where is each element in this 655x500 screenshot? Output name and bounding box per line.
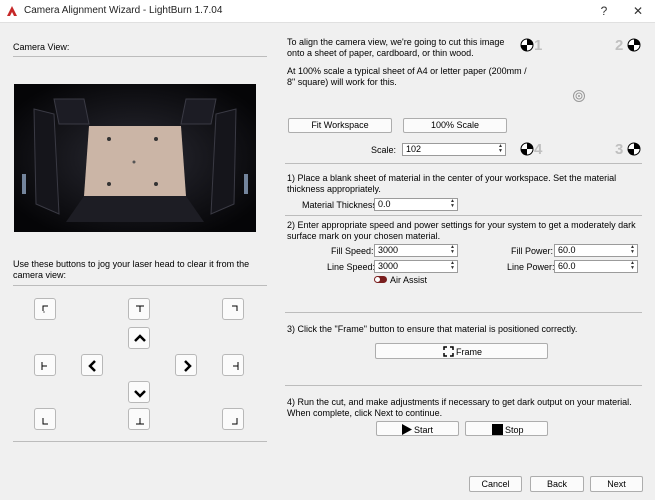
- frame-label: Frame: [456, 347, 483, 357]
- help-button[interactable]: ?: [596, 3, 612, 19]
- target-icon: [627, 38, 641, 52]
- camera-preview: [14, 84, 256, 232]
- corner-top-right-icon: [232, 305, 238, 311]
- edge-right-icon: [233, 362, 239, 370]
- marker-label: 1: [534, 37, 543, 54]
- fill-speed-spinbox[interactable]: 3000 ▲ ▼: [374, 244, 458, 257]
- divider: [13, 56, 267, 57]
- center-crosshair-icon: [573, 90, 585, 102]
- camera-view-label: Camera View:: [13, 42, 70, 52]
- fill-power-value: 60.0: [558, 245, 576, 255]
- divider: [13, 441, 267, 442]
- line-power-value: 60.0: [558, 261, 576, 271]
- line-power-label: Line Power:: [507, 262, 555, 272]
- target-icon: [627, 142, 641, 156]
- stop-icon: [492, 424, 503, 435]
- divider: [13, 285, 267, 286]
- chevron-left-icon: [88, 360, 96, 372]
- edge-top-icon: [136, 305, 144, 312]
- stop-label: Stop: [505, 425, 524, 435]
- close-button[interactable]: ✕: [630, 3, 646, 19]
- corner-bottom-left-icon: [42, 418, 48, 425]
- target-icon: [520, 142, 534, 156]
- intro-text: To align the camera view, we're going to…: [287, 37, 505, 58]
- chevron-right-icon: [184, 360, 192, 372]
- jog-top-left-button[interactable]: [34, 298, 56, 320]
- jog-bottom-center-button[interactable]: [128, 408, 150, 430]
- jog-up-button[interactable]: [128, 327, 150, 349]
- jog-middle-right-button[interactable]: [222, 354, 244, 376]
- stop-button[interactable]: Stop: [465, 421, 548, 436]
- frame-icon: [443, 346, 454, 357]
- frame-button[interactable]: Frame: [375, 343, 548, 359]
- fill-power-label: Fill Power:: [511, 246, 554, 256]
- marker-label: 4: [534, 141, 543, 158]
- start-label: Start: [414, 425, 434, 435]
- jog-top-right-button[interactable]: [222, 298, 244, 320]
- start-button[interactable]: Start: [376, 421, 459, 436]
- edge-left-icon: [41, 362, 47, 370]
- step2-text: 2) Enter appropriate speed and power set…: [287, 220, 636, 241]
- chevron-up-icon: [134, 334, 146, 342]
- spin-arrows-icon[interactable]: ▲ ▼: [450, 199, 455, 209]
- spin-arrows-icon[interactable]: ▲ ▼: [630, 261, 635, 271]
- play-icon: [402, 424, 412, 435]
- scale-note: At 100% scale a typical sheet of A4 or l…: [287, 66, 527, 87]
- jog-top-center-button[interactable]: [128, 298, 150, 320]
- spin-arrows-icon[interactable]: ▲ ▼: [450, 245, 455, 255]
- line-speed-label: Line Speed:: [327, 262, 376, 272]
- step4-text: 4) Run the cut, and make adjustments if …: [287, 397, 632, 418]
- fill-power-spinbox[interactable]: 60.0 ▲ ▼: [554, 244, 638, 257]
- thickness-value: 0.0: [378, 199, 391, 209]
- jog-bottom-left-button[interactable]: [34, 408, 56, 430]
- air-assist-toggle[interactable]: [374, 276, 387, 283]
- thickness-label: Material Thickness:: [302, 200, 380, 210]
- spin-arrows-icon[interactable]: ▲ ▼: [630, 245, 635, 255]
- fit-workspace-button[interactable]: Fit Workspace: [288, 118, 392, 133]
- line-speed-value: 3000: [378, 261, 399, 271]
- corner-top-left-icon: [42, 305, 48, 313]
- divider: [285, 312, 642, 313]
- scale-100-button[interactable]: 100% Scale: [403, 118, 507, 133]
- spin-arrows-icon[interactable]: ▲ ▼: [498, 144, 503, 154]
- back-button[interactable]: Back: [530, 476, 584, 492]
- line-power-spinbox[interactable]: 60.0 ▲ ▼: [554, 260, 638, 273]
- jog-middle-left-button[interactable]: [34, 354, 56, 376]
- material-thickness-spinbox[interactable]: 0.0 ▲ ▼: [374, 198, 458, 211]
- marker-label: 3: [615, 141, 624, 158]
- corner-bottom-right-icon: [232, 418, 238, 425]
- jog-instructions: Use these buttons to jog your laser head…: [13, 259, 250, 280]
- window-title: Camera Alignment Wizard - LightBurn 1.7.…: [24, 5, 223, 16]
- fill-speed-value: 3000: [378, 245, 399, 255]
- air-assist-label: Air Assist: [390, 275, 428, 285]
- jog-down-button[interactable]: [128, 381, 150, 403]
- divider: [285, 163, 642, 164]
- step1-text: 1) Place a blank sheet of material in th…: [287, 173, 617, 194]
- jog-left-button[interactable]: [81, 354, 103, 376]
- jog-bottom-right-button[interactable]: [222, 408, 244, 430]
- next-button[interactable]: Next: [590, 476, 643, 492]
- scale-spinbox[interactable]: 102 ▲ ▼: [402, 143, 506, 156]
- lightburn-logo-icon: [7, 6, 17, 16]
- spin-arrows-icon[interactable]: ▲ ▼: [450, 261, 455, 271]
- divider: [285, 385, 642, 386]
- fill-speed-label: Fill Speed:: [331, 246, 374, 256]
- cancel-button[interactable]: Cancel: [469, 476, 522, 492]
- step3-text: 3) Click the "Frame" button to ensure th…: [287, 324, 578, 334]
- divider: [285, 215, 642, 216]
- scale-value: 102: [406, 144, 422, 154]
- marker-label: 2: [615, 37, 624, 54]
- jog-right-button[interactable]: [175, 354, 197, 376]
- edge-bottom-icon: [136, 418, 144, 425]
- line-speed-spinbox[interactable]: 3000 ▲ ▼: [374, 260, 458, 273]
- chevron-down-icon: [134, 390, 146, 398]
- scale-label: Scale:: [371, 145, 397, 155]
- target-icon: [520, 38, 534, 52]
- toggle-knob: [375, 277, 380, 282]
